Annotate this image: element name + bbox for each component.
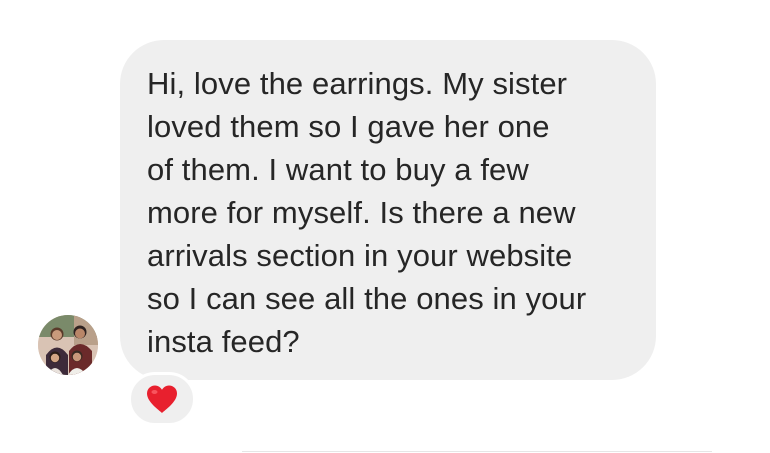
message-text-line: loved them so I gave her one — [147, 109, 550, 144]
sender-avatar[interactable] — [38, 315, 98, 375]
message-text-line: arrivals section in your website — [147, 238, 573, 273]
dm-thread: Hi, love the earrings. My sister loved t… — [0, 0, 770, 453]
profile-photo-icon — [38, 315, 98, 375]
message-text-line: insta feed? — [147, 324, 300, 359]
red-heart-icon — [147, 385, 177, 413]
message-text-line: Hi, love the earrings. My sister — [147, 66, 568, 101]
message-text-line: of them. I want to buy a few — [147, 152, 529, 187]
message-text-line: more for myself. Is there a new — [147, 195, 576, 230]
heart-reaction[interactable] — [128, 372, 196, 426]
message-text-line: so I can see all the ones in your — [147, 281, 587, 316]
divider — [242, 451, 712, 452]
message-bubble[interactable]: Hi, love the earrings. My sister loved t… — [120, 40, 656, 380]
